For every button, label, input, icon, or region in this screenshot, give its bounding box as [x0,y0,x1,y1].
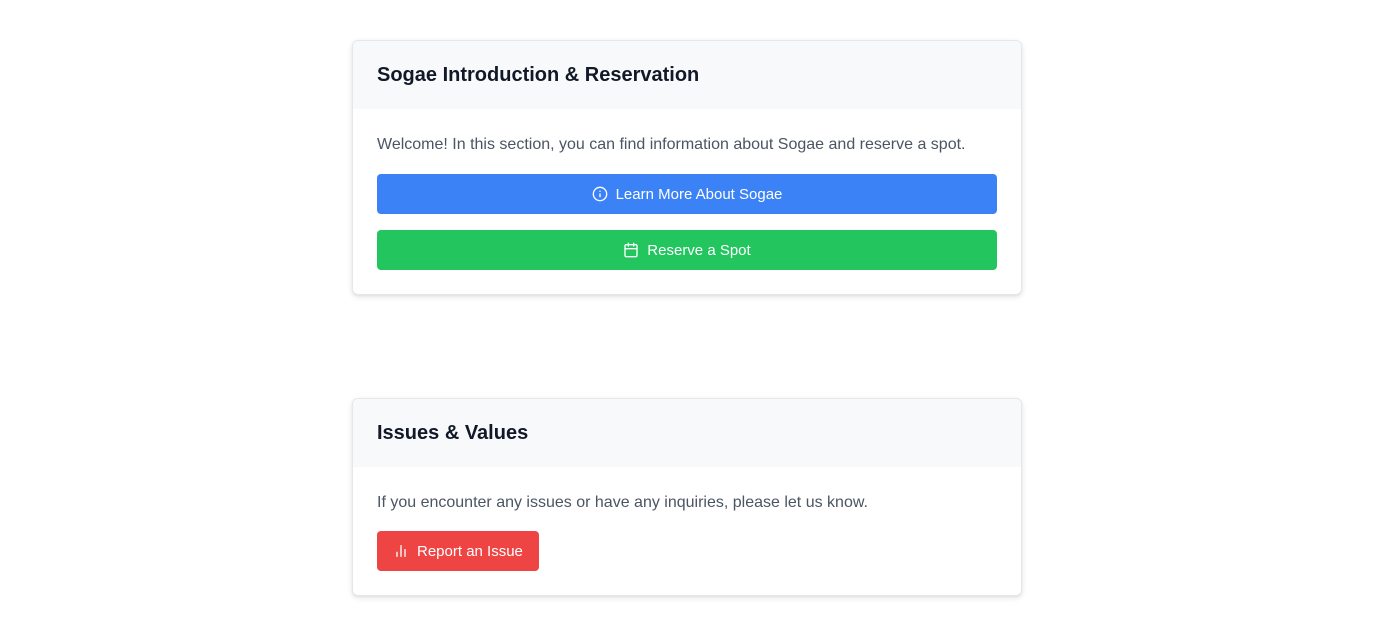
issues-card-header: Issues & Values [353,399,1021,467]
issues-card-description: If you encounter any issues or have any … [377,494,868,511]
intro-card-description: Welcome! In this section, you can find i… [377,136,966,153]
issues-card-title: Issues & Values [377,421,529,444]
intro-card: Sogae Introduction & Reservation Welcome… [352,40,1022,295]
learn-more-label: Learn More About Sogae [615,185,783,203]
intro-card-body: Welcome! In this section, you can find i… [353,109,1021,294]
bar-chart-icon [393,543,409,559]
calendar-icon [623,242,639,258]
issues-card: Issues & Values If you encounter any iss… [352,398,1022,596]
reserve-spot-button[interactable]: Reserve a Spot [377,230,997,270]
reserve-spot-label: Reserve a Spot [647,241,751,259]
intro-card-header: Sogae Introduction & Reservation [353,41,1021,109]
info-icon [592,186,608,202]
issues-card-body: If you encounter any issues or have any … [353,467,1021,595]
report-issue-button[interactable]: Report an Issue [377,531,539,571]
report-issue-label: Report an Issue [417,542,523,560]
intro-card-title: Sogae Introduction & Reservation [377,63,700,86]
learn-more-button[interactable]: Learn More About Sogae [377,174,997,214]
